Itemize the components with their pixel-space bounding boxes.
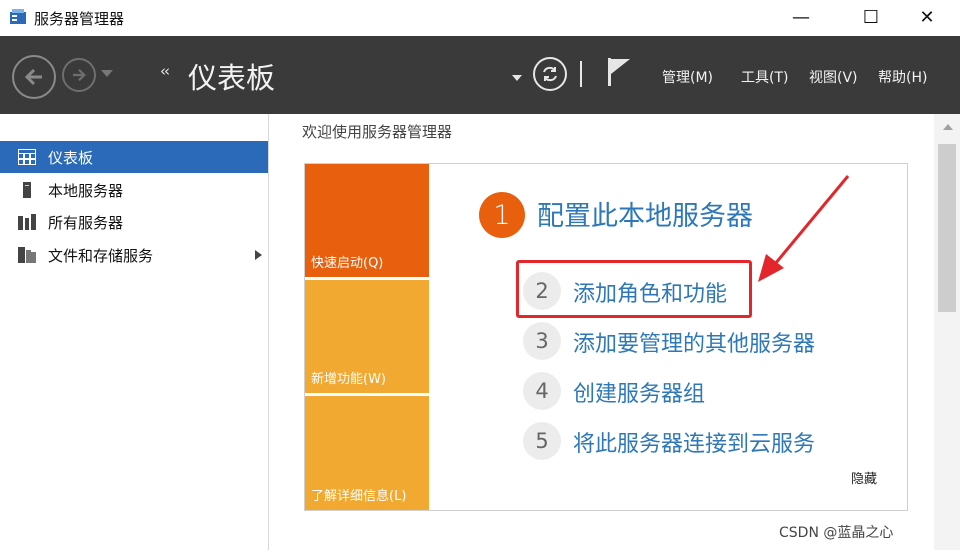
scroll-up-icon[interactable] — [943, 124, 953, 130]
add-other-servers-link[interactable]: 添加要管理的其他服务器 — [573, 326, 815, 358]
create-server-group-link[interactable]: 创建服务器组 — [573, 376, 705, 408]
connect-cloud-link[interactable]: 将此服务器连接到云服务 — [573, 426, 815, 458]
refresh-icon — [543, 66, 557, 82]
maximize-button[interactable]: ☐ — [848, 0, 894, 34]
notifications-flag-icon[interactable] — [606, 56, 632, 88]
header-separator — [580, 61, 582, 87]
window-title: 服务器管理器 — [34, 10, 125, 28]
welcome-heading: 欢迎使用服务器管理器 — [302, 123, 453, 141]
sidebar-item-file-storage[interactable]: 文件和存储服务 — [0, 239, 268, 271]
history-dropdown-icon[interactable] — [101, 70, 113, 77]
sidebar-item-label: 本地服务器 — [48, 182, 124, 200]
server-manager-icon — [10, 9, 26, 24]
arrow-right-icon — [73, 68, 86, 82]
step-number-circle: 3 — [523, 322, 561, 360]
menu-help[interactable]: 帮助(H) — [878, 67, 927, 87]
step-number-circle: 4 — [523, 372, 561, 410]
close-button[interactable]: ✕ — [904, 0, 950, 34]
breadcrumb-dropdown-icon[interactable] — [512, 75, 522, 81]
all-servers-icon — [18, 214, 36, 230]
sidebar-item-dashboard[interactable]: 仪表板 — [0, 141, 268, 173]
menu-tools[interactable]: 工具(T) — [741, 67, 788, 87]
add-roles-features-link[interactable]: 添加角色和功能 — [573, 276, 727, 308]
breadcrumb-arrows: ‹‹ — [160, 62, 170, 80]
arrow-left-icon — [24, 68, 42, 86]
watermark: CSDN @蓝晶之心 — [779, 525, 894, 541]
sidebar-item-all-servers[interactable]: 所有服务器 — [0, 206, 268, 238]
hide-link[interactable]: 隐藏 — [851, 468, 877, 487]
sidebar-item-local-server[interactable]: 本地服务器 — [0, 174, 268, 206]
dashboard-icon — [18, 149, 36, 165]
tile-quick-start[interactable]: 快速启动(Q) — [305, 164, 429, 277]
page-title: 仪表板 — [188, 61, 276, 95]
step-number-circle: 2 — [523, 272, 561, 310]
tile-learn-more[interactable]: 了解详细信息(L) — [305, 396, 429, 510]
sidebar-item-label: 所有服务器 — [48, 214, 124, 232]
annotation-arrow-icon — [758, 175, 850, 282]
menu-manage[interactable]: 管理(M) — [662, 67, 713, 87]
scroll-thumb[interactable] — [938, 144, 956, 312]
sidebar: 仪表板 本地服务器 所有服务器 文件和存储服务 — [0, 114, 269, 550]
window-titlebar: 服务器管理器 — ☐ ✕ — [0, 0, 960, 36]
tile-whats-new[interactable]: 新增功能(W) — [305, 280, 429, 393]
step-number-circle: 5 — [523, 422, 561, 460]
file-storage-icon — [18, 247, 36, 263]
vertical-scrollbar[interactable] — [934, 114, 960, 550]
chevron-right-icon[interactable] — [255, 250, 262, 260]
menu-view[interactable]: 视图(V) — [809, 67, 858, 87]
tile-label: 新增功能(W) — [311, 372, 386, 387]
navigation-header: ‹‹ 仪表板 管理(M) 工具(T) 视图(V) 帮助(H) — [0, 36, 960, 114]
tile-label: 快速启动(Q) — [311, 256, 384, 271]
configure-local-server-link[interactable]: 配置此本地服务器 — [537, 194, 753, 233]
back-button[interactable] — [12, 55, 56, 99]
local-server-icon — [23, 182, 31, 198]
sidebar-item-label: 仪表板 — [48, 149, 94, 167]
refresh-button[interactable] — [533, 57, 567, 91]
step-number-circle: 1 — [479, 192, 525, 238]
forward-button[interactable] — [62, 58, 96, 92]
tile-label: 了解详细信息(L) — [311, 489, 407, 504]
minimize-button[interactable]: — — [778, 0, 824, 34]
sidebar-item-label: 文件和存储服务 — [48, 247, 154, 265]
